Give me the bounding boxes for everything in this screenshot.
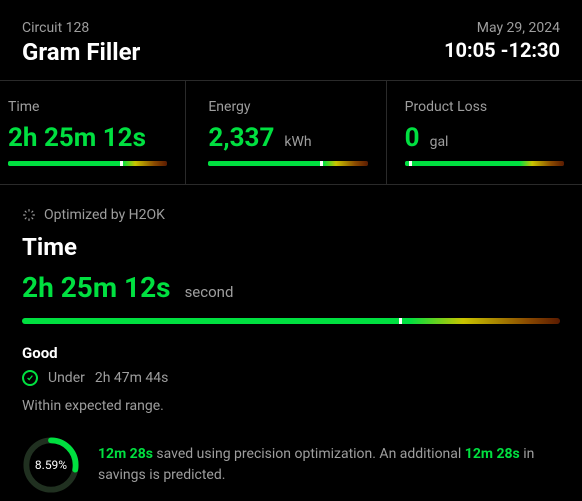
header: Circuit 128 Gram Filler May 29, 2024 10:… (0, 0, 582, 80)
savings-text: 12m 28s saved using precision optimizati… (98, 444, 560, 486)
date-label: May 29, 2024 (477, 20, 560, 36)
optimized-row: Optimized by H2OK (22, 207, 560, 223)
check-circle-icon (22, 370, 38, 386)
metric-value: 2,337 (208, 123, 274, 153)
header-right: May 29, 2024 10:05 -12:30 (444, 20, 560, 62)
metric-unit: gal (430, 134, 449, 150)
sparkle-icon (22, 208, 36, 222)
predicted-value: 12m 28s (465, 446, 520, 462)
detail-panel: Optimized by H2OK Time 2h 25m 12s second… (0, 185, 582, 501)
under-prefix: Under (48, 370, 85, 386)
savings-percent: 8.59% (22, 436, 80, 494)
saved-value: 12m 28s (98, 446, 153, 462)
metric-energy[interactable]: Energy 2,337 kWh (186, 81, 386, 184)
detail-unit: second (185, 283, 234, 301)
bar-marker (320, 161, 323, 166)
header-left: Circuit 128 Gram Filler (22, 20, 140, 66)
optimized-label: Optimized by H2OK (44, 207, 165, 223)
status-label: Good (22, 344, 560, 362)
metric-product-loss[interactable]: Product Loss 0 gal (387, 81, 582, 184)
bar-marker (409, 161, 412, 166)
status-desc: Within expected range. (22, 398, 560, 414)
metric-label: Time (8, 99, 167, 115)
metric-unit: kWh (284, 134, 311, 150)
saved-mid: saved using precision optimization. An a… (153, 446, 465, 462)
detail-bar (22, 318, 560, 324)
time-range: 10:05 -12:30 (444, 38, 560, 62)
metric-value: 0 (405, 123, 420, 153)
detail-title: Time (22, 233, 560, 261)
metric-bar (208, 161, 367, 166)
bar-marker (120, 161, 123, 166)
circuit-label: Circuit 128 (22, 20, 140, 36)
savings-ring: 8.59% (22, 436, 80, 494)
metric-bar (405, 161, 564, 166)
metric-label: Energy (208, 99, 367, 115)
metric-bar (8, 161, 167, 166)
under-row: Under 2h 47m 44s (22, 370, 560, 386)
metric-value: 2h 25m 12s (8, 123, 146, 153)
bar-marker (399, 318, 402, 324)
savings-row: 8.59% 12m 28s saved using precision opti… (22, 436, 560, 494)
machine-name: Gram Filler (22, 38, 140, 66)
metric-time[interactable]: Time 2h 25m 12s (0, 81, 186, 184)
under-value: 2h 47m 44s (95, 370, 169, 386)
status-section: Good Under 2h 47m 44s Within expected ra… (22, 344, 560, 414)
metric-label: Product Loss (405, 99, 564, 115)
metrics-row: Time 2h 25m 12s Energy 2,337 kWh Product… (0, 80, 582, 185)
detail-value: 2h 25m 12s (22, 271, 171, 304)
